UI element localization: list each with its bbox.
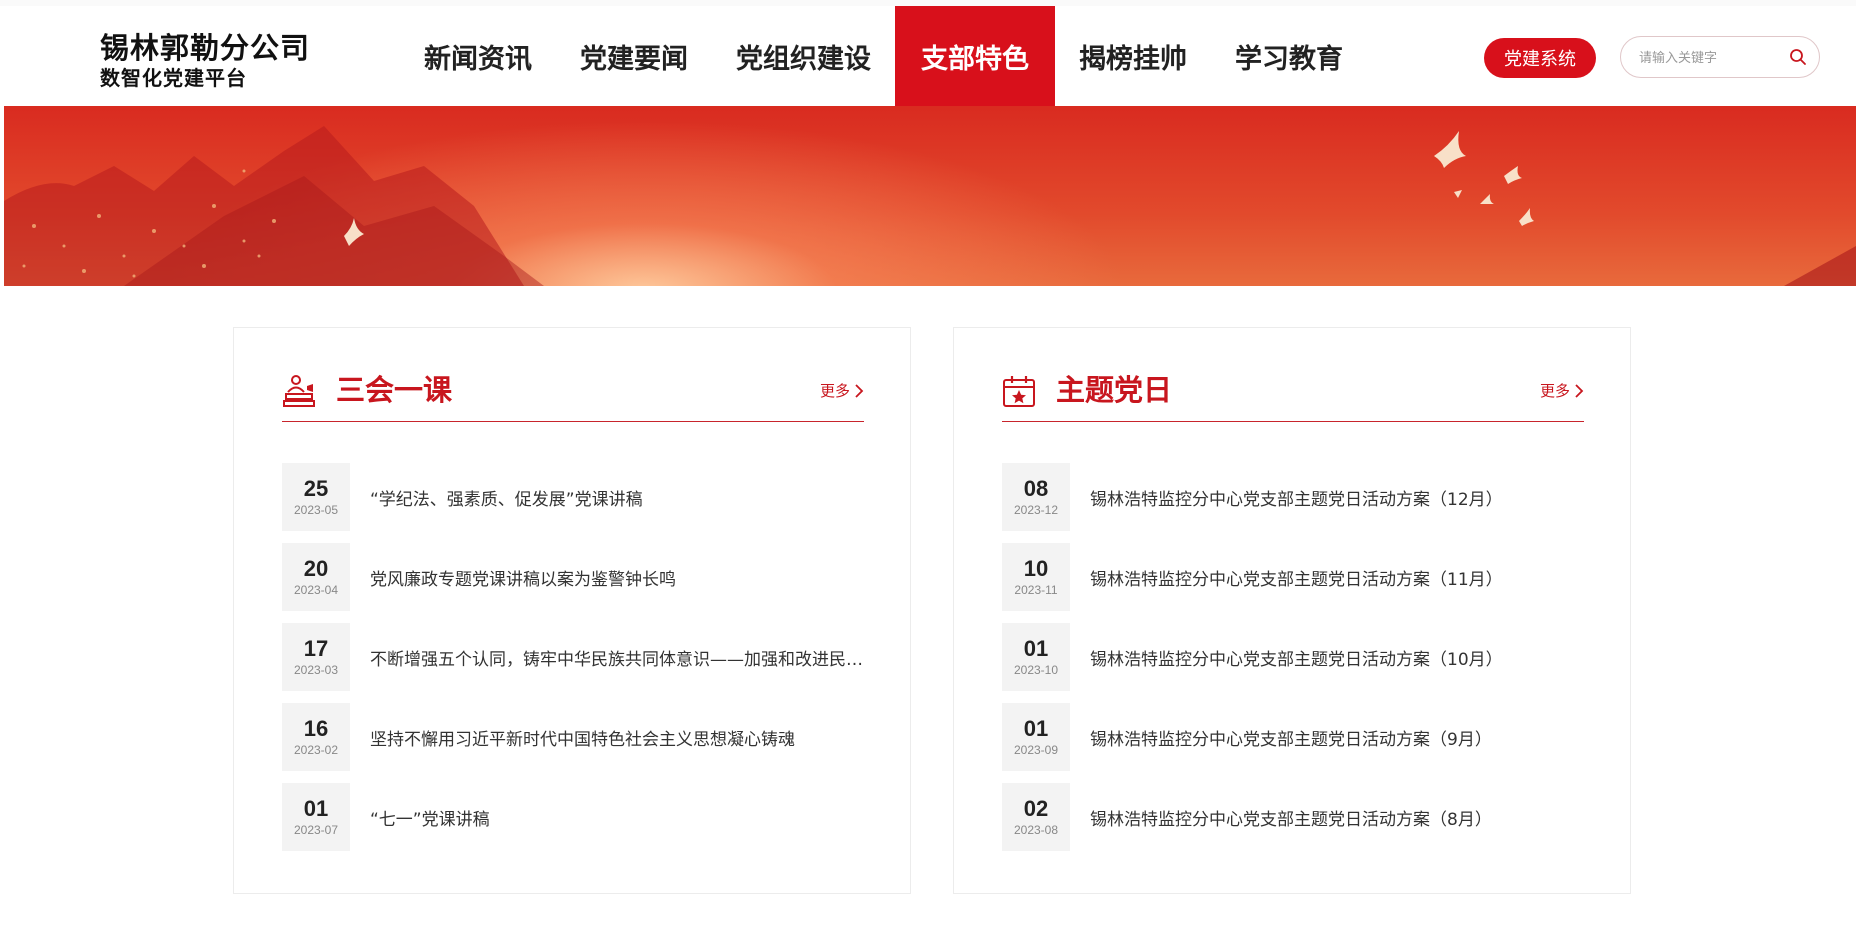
- meeting-podium-icon: [283, 375, 315, 407]
- date-year-month: 2023-04: [293, 583, 339, 597]
- date-year-month: 2023-10: [1013, 663, 1059, 677]
- search-icon[interactable]: [1789, 48, 1807, 66]
- site-logo[interactable]: 锡林郭勒分公司 数智化党建平台: [100, 30, 310, 90]
- date-year-month: 2023-08: [1013, 823, 1059, 837]
- card-title: 主题党日: [1056, 373, 1173, 407]
- nav-item-challenge[interactable]: 揭榜挂帅: [1055, 6, 1211, 106]
- item-title[interactable]: “学纪法、强素质、促发展”党课讲稿: [370, 485, 864, 510]
- date-day: 01: [303, 796, 329, 821]
- date-day: 08: [1023, 476, 1049, 501]
- date-badge: 10 2023-11: [1002, 543, 1070, 611]
- card-three-meetings: 三会一课 更多 25 2023-05 “学纪法、强素质、促发展”党课讲稿 20 …: [233, 327, 911, 894]
- date-badge: 02 2023-08: [1002, 783, 1070, 851]
- hero-banner: [4, 106, 1856, 286]
- list-item[interactable]: 01 2023-10 锡林浩特监控分中心党支部主题党日活动方案（10月）: [1002, 623, 1584, 691]
- date-day: 01: [1023, 636, 1049, 661]
- date-day: 02: [1023, 796, 1049, 821]
- more-link[interactable]: 更多: [820, 380, 864, 401]
- site-header: 锡林郭勒分公司 数智化党建平台 新闻资讯 党建要闻 党组织建设 支部特色 揭榜挂…: [0, 6, 1856, 106]
- party-system-button[interactable]: 党建系统: [1484, 38, 1596, 78]
- date-year-month: 2023-09: [1013, 743, 1059, 757]
- date-day: 01: [1023, 716, 1049, 741]
- item-title[interactable]: 不断增强五个认同，铸牢中华民族共同体意识——加强和改进民族工作: [370, 645, 864, 670]
- card-theme-party-day: 主题党日 更多 08 2023-12 锡林浩特监控分中心党支部主题党日活动方案（…: [953, 327, 1631, 894]
- banner-right-hill: [1784, 246, 1856, 286]
- date-badge: 20 2023-04: [282, 543, 350, 611]
- date-badge: 01 2023-07: [282, 783, 350, 851]
- date-day: 16: [303, 716, 329, 741]
- item-title[interactable]: 锡林浩特监控分中心党支部主题党日活动方案（9月）: [1090, 725, 1584, 750]
- date-badge: 16 2023-02: [282, 703, 350, 771]
- item-title[interactable]: “七一”党课讲稿: [370, 805, 864, 830]
- search-input[interactable]: [1637, 37, 1781, 79]
- article-list: 08 2023-12 锡林浩特监控分中心党支部主题党日活动方案（12月） 10 …: [1002, 463, 1584, 863]
- date-year-month: 2023-12: [1013, 503, 1059, 517]
- date-day: 20: [303, 556, 329, 581]
- item-title[interactable]: 锡林浩特监控分中心党支部主题党日活动方案（8月）: [1090, 805, 1584, 830]
- date-badge: 08 2023-12: [1002, 463, 1070, 531]
- item-title[interactable]: 锡林浩特监控分中心党支部主题党日活动方案（11月）: [1090, 565, 1584, 590]
- nav-item-education[interactable]: 学习教育: [1211, 6, 1367, 106]
- list-item[interactable]: 16 2023-02 坚持不懈用习近平新时代中国特色社会主义思想凝心铸魂: [282, 703, 864, 771]
- more-link[interactable]: 更多: [1540, 380, 1584, 401]
- date-year-month: 2023-03: [293, 663, 339, 677]
- date-day: 10: [1023, 556, 1049, 581]
- banner-decoration: [4, 126, 1856, 286]
- nav-item-branch-features[interactable]: 支部特色: [895, 6, 1055, 106]
- more-label: 更多: [819, 382, 850, 400]
- main-nav: 新闻资讯 党建要闻 党组织建设 支部特色 揭榜挂帅 学习教育: [400, 6, 1367, 106]
- more-label: 更多: [1539, 382, 1570, 400]
- list-item[interactable]: 01 2023-07 “七一”党课讲稿: [282, 783, 864, 851]
- list-item[interactable]: 25 2023-05 “学纪法、强素质、促发展”党课讲稿: [282, 463, 864, 531]
- calendar-star-icon: [1003, 376, 1035, 407]
- list-item[interactable]: 08 2023-12 锡林浩特监控分中心党支部主题党日活动方案（12月）: [1002, 463, 1584, 531]
- date-badge: 01 2023-10: [1002, 623, 1070, 691]
- date-year-month: 2023-07: [293, 823, 339, 837]
- item-title[interactable]: 锡林浩特监控分中心党支部主题党日活动方案（12月）: [1090, 485, 1584, 510]
- dove-icons: [344, 131, 1534, 246]
- search-box: [1620, 36, 1820, 79]
- list-item[interactable]: 10 2023-11 锡林浩特监控分中心党支部主题党日活动方案（11月）: [1002, 543, 1584, 611]
- list-item[interactable]: 02 2023-08 锡林浩特监控分中心党支部主题党日活动方案（8月）: [1002, 783, 1584, 851]
- item-title[interactable]: 坚持不懈用习近平新时代中国特色社会主义思想凝心铸魂: [370, 725, 864, 750]
- card-header: 主题党日 更多: [1002, 368, 1584, 422]
- date-day: 25: [303, 476, 329, 501]
- nav-item-news[interactable]: 新闻资讯: [400, 6, 556, 106]
- card-header: 三会一课 更多: [282, 368, 864, 422]
- date-year-month: 2023-11: [1014, 583, 1058, 597]
- item-title[interactable]: 锡林浩特监控分中心党支部主题党日活动方案（10月）: [1090, 645, 1584, 670]
- card-title: 三会一课: [336, 373, 453, 407]
- logo-company-name: 锡林郭勒分公司: [100, 31, 311, 65]
- item-title[interactable]: 党风廉政专题党课讲稿以案为鉴警钟长鸣: [370, 565, 864, 590]
- date-badge: 01 2023-09: [1002, 703, 1070, 771]
- date-day: 17: [303, 636, 329, 661]
- list-item[interactable]: 17 2023-03 不断增强五个认同，铸牢中华民族共同体意识——加强和改进民族…: [282, 623, 864, 691]
- chevron-right-icon: [855, 383, 864, 398]
- logo-platform-name: 数智化党建平台: [100, 66, 247, 90]
- list-item[interactable]: 01 2023-09 锡林浩特监控分中心党支部主题党日活动方案（9月）: [1002, 703, 1584, 771]
- list-item[interactable]: 20 2023-04 党风廉政专题党课讲稿以案为鉴警钟长鸣: [282, 543, 864, 611]
- article-list: 25 2023-05 “学纪法、强素质、促发展”党课讲稿 20 2023-04 …: [282, 463, 864, 863]
- nav-item-party-news[interactable]: 党建要闻: [556, 6, 712, 106]
- date-badge: 25 2023-05: [282, 463, 350, 531]
- date-year-month: 2023-05: [293, 503, 339, 517]
- date-badge: 17 2023-03: [282, 623, 350, 691]
- date-year-month: 2023-02: [293, 743, 339, 757]
- chevron-right-icon: [1575, 383, 1584, 398]
- nav-item-org-building[interactable]: 党组织建设: [712, 6, 895, 106]
